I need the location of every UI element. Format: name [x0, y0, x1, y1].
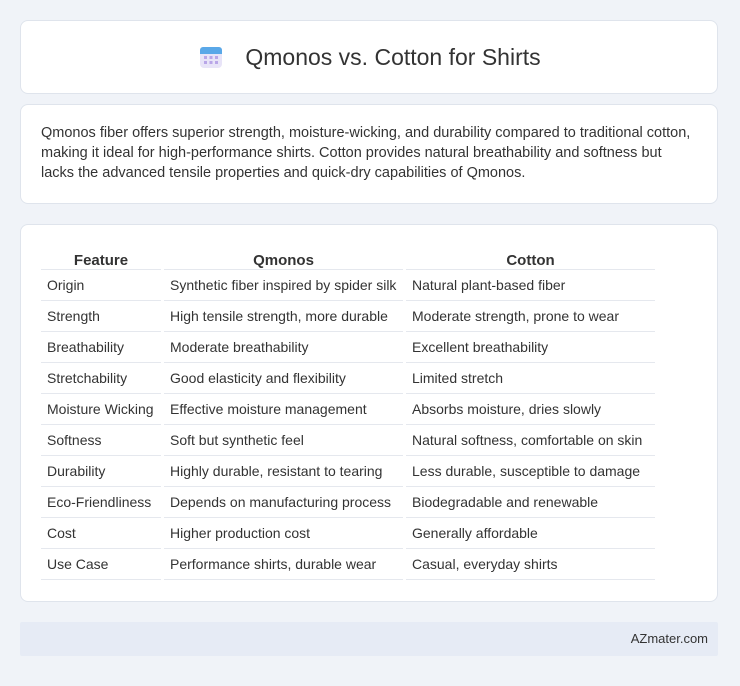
cell-cotton: Absorbs moisture, dries slowly — [406, 394, 655, 425]
comparison-table-card: Feature Qmonos Cotton Origin Synthetic fi… — [20, 224, 718, 602]
cell-feature: Stretchability — [41, 363, 161, 394]
footer: AZmater.com — [20, 622, 718, 656]
table-row: Moisture Wicking Effective moisture manag… — [41, 394, 655, 425]
cell-qmonos: Effective moisture management — [164, 394, 403, 425]
table-row: Breathability Moderate breathability Excel… — [41, 332, 655, 363]
cell-cotton: Biodegradable and renewable — [406, 487, 655, 518]
cell-feature: Strength — [41, 301, 161, 332]
cell-feature: Origin — [41, 270, 161, 301]
cell-feature: Softness — [41, 425, 161, 456]
cell-cotton: Natural plant-based fiber — [406, 270, 655, 301]
cell-cotton: Generally affordable — [406, 518, 655, 549]
cell-qmonos: Highly durable, resistant to tearing — [164, 456, 403, 487]
table-row: Cost Higher production cost Generally affo… — [41, 518, 655, 549]
cell-qmonos: Higher production cost — [164, 518, 403, 549]
cell-feature: Use Case — [41, 549, 161, 580]
table-row: Origin Synthetic fiber inspired by spider… — [41, 270, 655, 301]
page-title: Qmonos vs. Cotton for Shirts — [245, 43, 541, 70]
table-row: Stretchability Good elasticity and flexib… — [41, 363, 655, 394]
header-feature: Feature — [41, 245, 161, 270]
cell-feature: Durability — [41, 456, 161, 487]
cell-feature: Eco-Friendliness — [41, 487, 161, 518]
cell-cotton: Casual, everyday shirts — [406, 549, 655, 580]
cell-qmonos: Depends on manufacturing process — [164, 487, 403, 518]
table-row: Eco-Friendliness Depends on manufacturing… — [41, 487, 655, 518]
header-cotton: Cotton — [406, 245, 655, 270]
table-row: Softness Soft but synthetic feel Natural s… — [41, 425, 655, 456]
title-card: Qmonos vs. Cotton for Shirts — [20, 20, 718, 94]
table-row: Durability Highly durable, resistant to t… — [41, 456, 655, 487]
table-row: Use Case Performance shirts, durable wear… — [41, 549, 655, 580]
table-header-row: Feature Qmonos Cotton — [41, 245, 655, 270]
summary-card: Qmonos fiber offers superior strength, m… — [20, 104, 718, 204]
cell-cotton: Limited stretch — [406, 363, 655, 394]
footer-site: AZmater.com — [630, 631, 708, 646]
cell-feature: Moisture Wicking — [41, 394, 161, 425]
cell-qmonos: High tensile strength, more durable — [164, 301, 403, 332]
cell-qmonos: Performance shirts, durable wear — [164, 549, 403, 580]
calendar-icon — [200, 47, 223, 68]
summary-text: Qmonos fiber offers superior strength, m… — [41, 125, 691, 181]
cell-feature: Cost — [41, 518, 161, 549]
cell-qmonos: Soft but synthetic feel — [164, 425, 403, 456]
cell-qmonos: Synthetic fiber inspired by spider silk — [164, 270, 403, 301]
cell-cotton: Less durable, susceptible to damage — [406, 456, 655, 487]
table-row: Strength High tensile strength, more dura… — [41, 301, 655, 332]
header-qmonos: Qmonos — [164, 245, 403, 270]
cell-qmonos: Moderate breathability — [164, 332, 403, 363]
cell-qmonos: Good elasticity and flexibility — [164, 363, 403, 394]
cell-cotton: Excellent breathability — [406, 332, 655, 363]
cell-feature: Breathability — [41, 332, 161, 363]
cell-cotton: Moderate strength, prone to wear — [406, 301, 655, 332]
cell-cotton: Natural softness, comfortable on skin — [406, 425, 655, 456]
comparison-table: Feature Qmonos Cotton Origin Synthetic fi… — [38, 245, 658, 580]
